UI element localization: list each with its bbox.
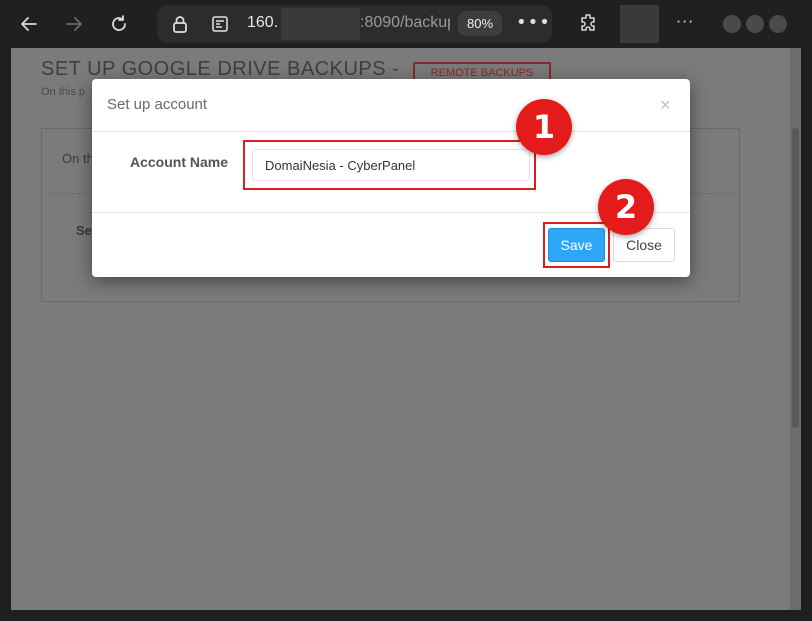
back-icon[interactable] xyxy=(15,10,43,38)
url-redaction xyxy=(281,8,360,40)
window-control-minimize[interactable] xyxy=(723,15,741,33)
panel-select-label: Se xyxy=(76,223,92,238)
page-subtitle: On this p xyxy=(41,86,86,98)
site-info-icon[interactable] xyxy=(211,15,229,37)
url-prefix: 160. xyxy=(247,14,279,31)
refresh-icon[interactable] xyxy=(105,10,133,38)
zoom-indicator[interactable]: 80% xyxy=(458,11,502,36)
profile-avatar[interactable] xyxy=(620,5,659,43)
modal-close-icon[interactable]: × xyxy=(660,95,671,116)
page-title: SET UP GOOGLE DRIVE BACKUPS - xyxy=(41,58,400,80)
step-1-badge: 1 xyxy=(516,99,572,155)
address-bar[interactable]: 160. :8090/backups 80% ••• xyxy=(157,5,552,43)
browser-toolbar: 160. :8090/backups 80% ••• ··· xyxy=(0,0,812,48)
step-2-badge: 2 xyxy=(598,179,654,235)
window-control-maximize[interactable] xyxy=(746,15,764,33)
lock-icon[interactable] xyxy=(171,14,189,38)
forward-icon[interactable] xyxy=(60,10,88,38)
page-scrollbar[interactable] xyxy=(790,48,801,610)
address-more-icon[interactable]: ••• xyxy=(516,12,551,33)
browser-menu-icon[interactable]: ··· xyxy=(676,12,694,31)
account-name-input[interactable] xyxy=(252,149,530,181)
extensions-icon[interactable] xyxy=(578,12,600,38)
url-suffix: :8090/backups xyxy=(360,14,450,31)
window-control-close[interactable] xyxy=(769,15,787,33)
panel-intro-text: On th xyxy=(62,151,94,166)
account-name-label: Account Name xyxy=(130,154,229,170)
modal-title: Set up account xyxy=(107,96,208,113)
setup-account-modal: Set up account × Account Name Save Close xyxy=(92,79,690,277)
save-button[interactable]: Save xyxy=(548,228,605,262)
scrollbar-thumb[interactable] xyxy=(792,128,799,428)
modal-header: Set up account × xyxy=(92,79,690,132)
